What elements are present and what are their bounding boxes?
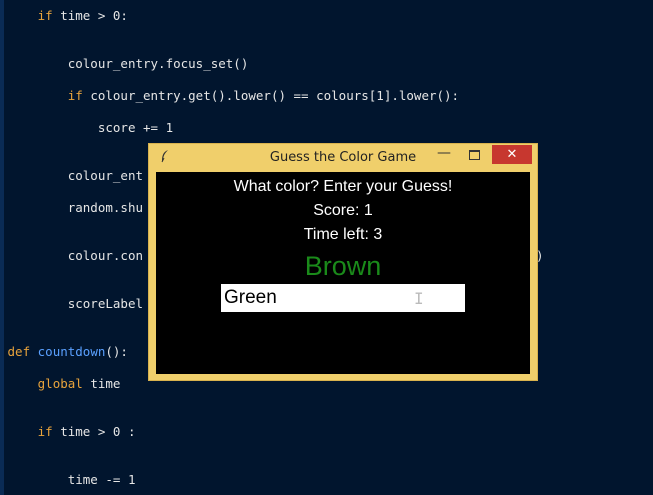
keyword-token: if xyxy=(37,424,53,439)
maximize-icon xyxy=(468,150,480,160)
maximize-button[interactable] xyxy=(461,146,487,164)
code-token: scoreLabel xyxy=(67,296,143,311)
code-token: score += 1 xyxy=(97,120,174,135)
keyword-token: global xyxy=(37,376,83,391)
code-token: time -= 1 xyxy=(67,472,136,487)
close-icon: ✕ xyxy=(506,147,518,162)
code-token: colour_ent xyxy=(67,168,143,183)
code-line-7: colour.con xyxy=(0,248,143,264)
game-window[interactable]: Guess the Color Game — ✕ What color? Ent… xyxy=(148,143,538,381)
code-token: time > 0 : xyxy=(52,424,136,439)
code-token: time xyxy=(82,376,121,391)
window-titlebar[interactable]: Guess the Color Game — ✕ xyxy=(149,144,537,171)
code-line-6: random.shu xyxy=(0,200,143,216)
function-name-token: countdown xyxy=(37,344,106,359)
close-button[interactable]: ✕ xyxy=(492,145,532,164)
time-left-label: Time left: 3 xyxy=(303,226,383,243)
minimize-icon: — xyxy=(437,145,451,161)
code-line-1: if time > 0: xyxy=(0,8,128,24)
code-token: random.shu xyxy=(67,200,143,215)
keyword-token: def xyxy=(7,344,31,359)
code-token: colour_entry.focus_set() xyxy=(67,56,249,71)
code-token: (): xyxy=(105,344,128,359)
minimize-button[interactable]: — xyxy=(431,146,457,164)
code-line-9: def countdown(): xyxy=(0,344,128,360)
code-token: time > 0: xyxy=(52,8,128,23)
guess-input[interactable] xyxy=(221,284,465,312)
score-label: Score: 1 xyxy=(313,202,373,219)
code-line-11: if time > 0 : xyxy=(0,424,136,440)
code-line-4: score += 1 xyxy=(0,120,173,136)
instructions-label: What color? Enter your Guess! xyxy=(233,178,453,195)
keyword-token: if xyxy=(37,8,53,23)
code-token: colour_entry.get().lower() == colours[1]… xyxy=(82,88,460,103)
colour-word-label: Brown xyxy=(304,251,382,281)
code-line-10: global time xyxy=(0,376,121,392)
code-line-8: scoreLabel xyxy=(0,296,143,312)
code-line-3: if colour_entry.get().lower() == colours… xyxy=(0,88,459,104)
keyword-token: if xyxy=(67,88,83,103)
text-cursor-icon: I xyxy=(414,289,424,308)
code-line-5: colour_ent xyxy=(0,168,143,184)
code-token: colour.con xyxy=(67,248,143,263)
game-canvas: What color? Enter your Guess! Score: 1 T… xyxy=(156,172,530,374)
code-line-12: time -= 1 xyxy=(0,472,136,488)
code-line-2: colour_entry.focus_set() xyxy=(0,56,249,72)
